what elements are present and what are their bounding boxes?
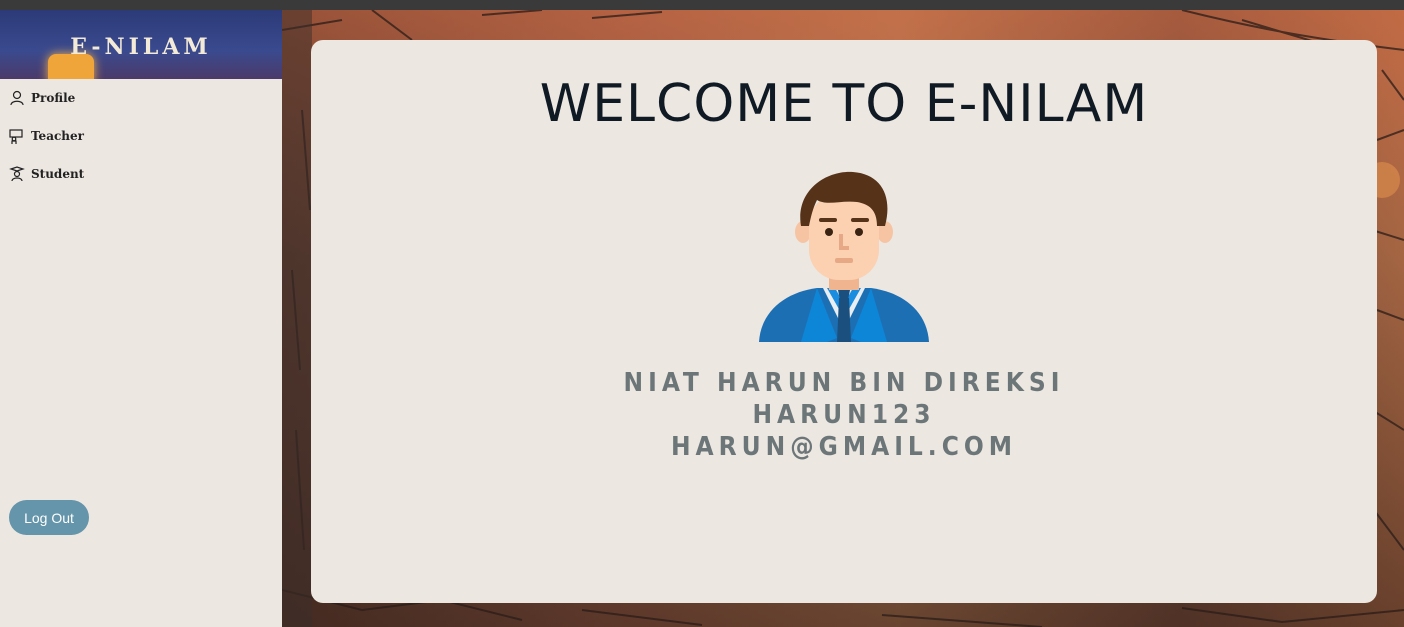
page-title: WELCOME TO E-NILAM bbox=[539, 74, 1149, 134]
sidebar-item-label: Profile bbox=[31, 91, 76, 105]
welcome-card: WELCOME TO E-NILAM NIAT HARUN BIN DIREKS bbox=[311, 40, 1377, 603]
avatar bbox=[759, 171, 929, 342]
logout-button[interactable]: Log Out bbox=[9, 500, 89, 535]
brand-logo-text: E-NILAM bbox=[70, 34, 212, 60]
user-email: HARUN@GMAIL.COM bbox=[670, 432, 1018, 462]
browser-top-strip bbox=[0, 0, 1404, 10]
sidebar-item-label: Student bbox=[31, 167, 85, 181]
sidebar-item-profile[interactable]: Profile bbox=[9, 90, 75, 106]
sidebar-item-teacher[interactable]: Teacher bbox=[9, 128, 84, 144]
student-icon bbox=[9, 166, 25, 182]
sidebar-item-label: Teacher bbox=[31, 129, 84, 143]
user-icon bbox=[10, 90, 24, 106]
sidebar: E-NILAM Profile Teacher Student Log Out bbox=[0, 10, 282, 627]
user-full-name: NIAT HARUN BIN DIREKSI bbox=[623, 368, 1065, 398]
sidebar-item-student[interactable]: Student bbox=[9, 166, 84, 182]
sidebar-header: E-NILAM bbox=[0, 10, 282, 79]
user-username: HARUN123 bbox=[752, 400, 936, 430]
teacher-icon bbox=[9, 129, 23, 144]
